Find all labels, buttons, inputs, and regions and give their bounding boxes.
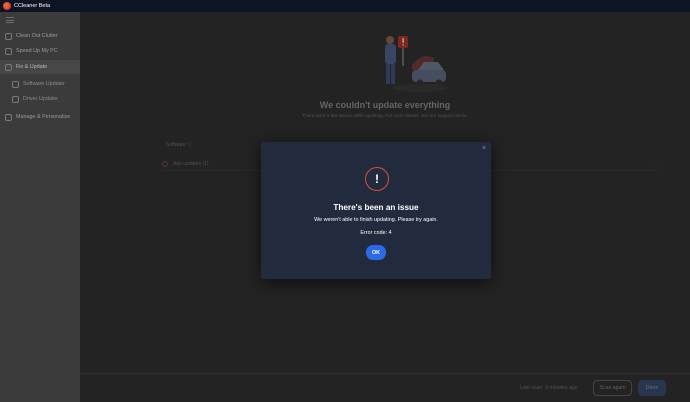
ok-button[interactable]: OK [366, 245, 386, 260]
sidebar: Clean Out Clutter Speed Up My PC Fix & U… [0, 12, 80, 402]
error-dialog: × ! There's been an issue We weren't abl… [261, 142, 491, 279]
wrench-icon [5, 63, 12, 71]
sidebar-item-label: Software Updater [23, 81, 65, 87]
driver-icon [12, 95, 19, 103]
ccleaner-logo-icon [3, 2, 11, 10]
dialog-title: There's been an issue [333, 203, 419, 212]
sidebar-item-label: Manage & Personalize [16, 114, 71, 120]
sidebar-item-clean-out-clutter[interactable]: Clean Out Clutter [0, 29, 80, 43]
window-title: CCleaner Beta [14, 3, 51, 9]
sidebar-item-manage-personalize[interactable]: Manage & Personalize [0, 110, 80, 124]
menu-icon[interactable] [6, 17, 14, 23]
settings-icon [5, 113, 12, 121]
sidebar-item-fix-update[interactable]: Fix & Update [0, 60, 80, 74]
sidebar-item-software-updater[interactable]: Software Updater [0, 77, 80, 91]
title-bar: CCleaner Beta [0, 0, 690, 12]
sidebar-item-label: Clean Out Clutter [16, 33, 58, 39]
sidebar-item-speed-up[interactable]: Speed Up My PC [0, 44, 80, 58]
app-window: CCleaner Beta Clean Out Clutter Speed Up… [0, 0, 690, 402]
error-code-text: Error code: 4 [360, 230, 392, 236]
warning-glyph: ! [375, 172, 379, 186]
speedometer-icon [5, 47, 12, 55]
close-icon[interactable]: × [482, 145, 486, 153]
warning-icon: ! [365, 167, 389, 191]
broom-icon [5, 32, 12, 40]
sidebar-item-label: Driver Updater [23, 96, 59, 102]
sidebar-item-driver-updater[interactable]: Driver Updater [0, 92, 80, 106]
sidebar-item-label: Speed Up My PC [16, 48, 58, 54]
sidebar-item-label: Fix & Update [16, 64, 48, 70]
dialog-message: We weren't able to finish updating. Plea… [314, 217, 438, 223]
package-icon [12, 80, 19, 88]
